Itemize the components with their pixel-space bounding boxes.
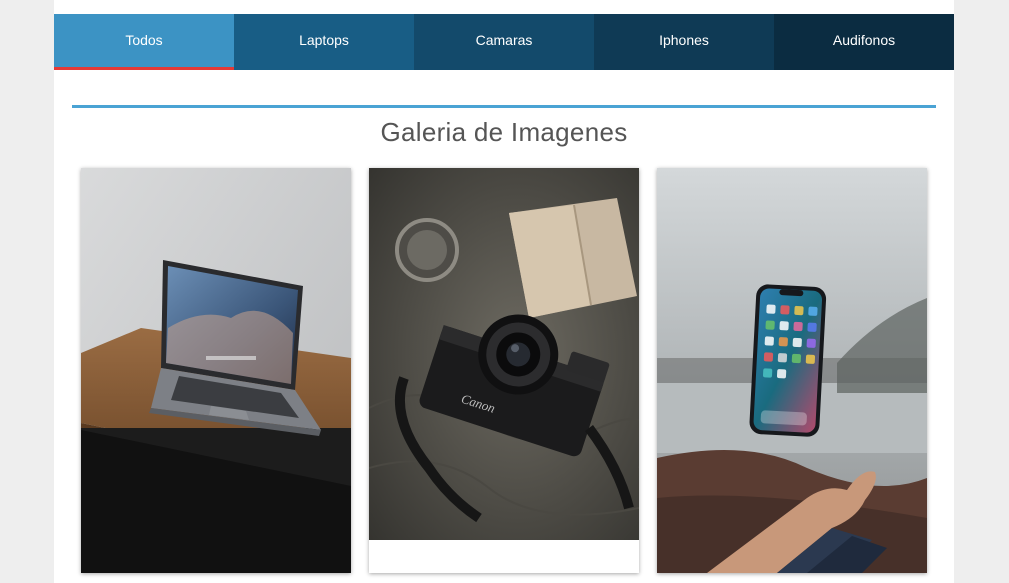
section-divider (72, 105, 936, 108)
tab-iphones[interactable]: Iphones (594, 14, 774, 70)
tab-todos[interactable]: Todos (54, 14, 234, 70)
gallery-card-iphone[interactable] (657, 168, 927, 573)
page-title: Galeria de Imagenes (380, 117, 628, 147)
laptop-image (81, 168, 351, 573)
category-tabs: Todos Laptops Camaras Iphones Audifonos (54, 14, 954, 70)
iphone-image (657, 168, 927, 573)
tab-laptops[interactable]: Laptops (234, 14, 414, 70)
gallery-card-laptop[interactable] (81, 168, 351, 573)
tab-camaras[interactable]: Camaras (414, 14, 594, 70)
camera-image: Canon (369, 168, 639, 540)
gallery-card-camera[interactable]: Canon (369, 168, 639, 573)
tab-audifonos[interactable]: Audifonos (774, 14, 954, 70)
